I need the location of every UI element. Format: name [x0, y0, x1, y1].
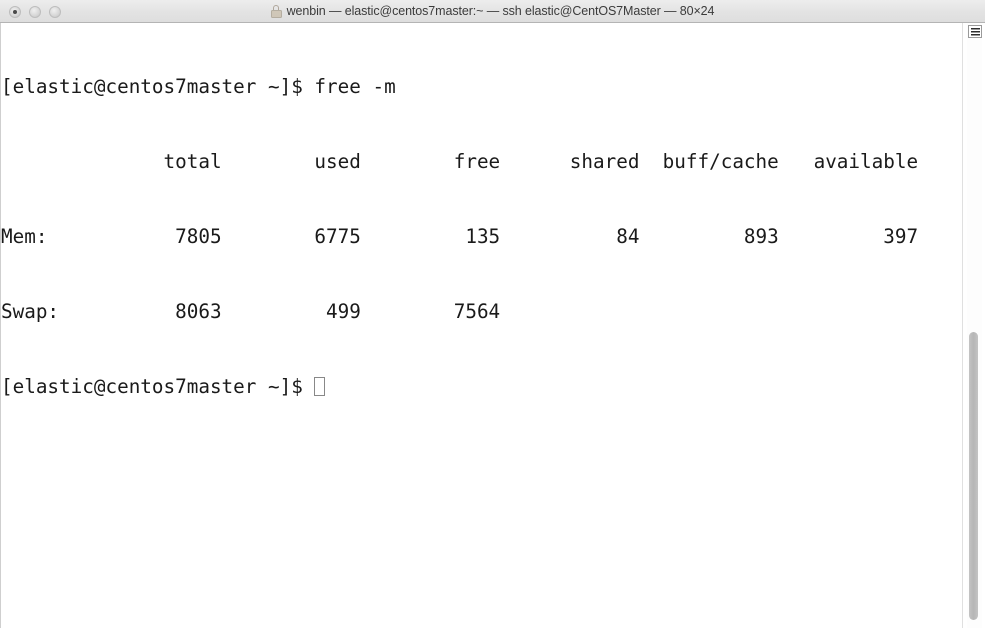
terminal-line-swap: Swap: 8063 499 7564 [1, 300, 501, 323]
terminal-content[interactable]: [elastic@centos7master ~]$ free -m total… [0, 23, 985, 628]
window-title: wenbin — elastic@centos7master:~ — ssh e… [286, 4, 715, 18]
terminal-badge-icon [968, 25, 982, 38]
window-controls [9, 0, 61, 23]
terminal-window: wenbin — elastic@centos7master:~ — ssh e… [0, 0, 985, 628]
title-bar[interactable]: wenbin — elastic@centos7master:~ — ssh e… [0, 0, 985, 23]
shell-prompt: [elastic@centos7master ~]$ [1, 375, 315, 398]
terminal-line-command: [elastic@centos7master ~]$ free -m [1, 75, 396, 98]
terminal-screen[interactable]: [elastic@centos7master ~]$ free -m total… [1, 24, 959, 449]
zoom-button[interactable] [49, 5, 61, 18]
scrollbar-thumb[interactable] [969, 332, 978, 620]
lock-icon [270, 4, 282, 18]
window-title-group: wenbin — elastic@centos7master:~ — ssh e… [270, 4, 715, 18]
terminal-line-header: total used free shared buff/cache availa… [1, 150, 919, 173]
terminal-line-prompt: [elastic@centos7master ~]$ [1, 374, 959, 399]
close-button[interactable] [9, 5, 21, 18]
text-cursor [314, 377, 326, 396]
vertical-scrollbar[interactable] [962, 23, 985, 628]
minimize-button[interactable] [29, 5, 41, 18]
terminal-line-mem: Mem: 7805 6775 135 84 893 397 [1, 225, 919, 248]
